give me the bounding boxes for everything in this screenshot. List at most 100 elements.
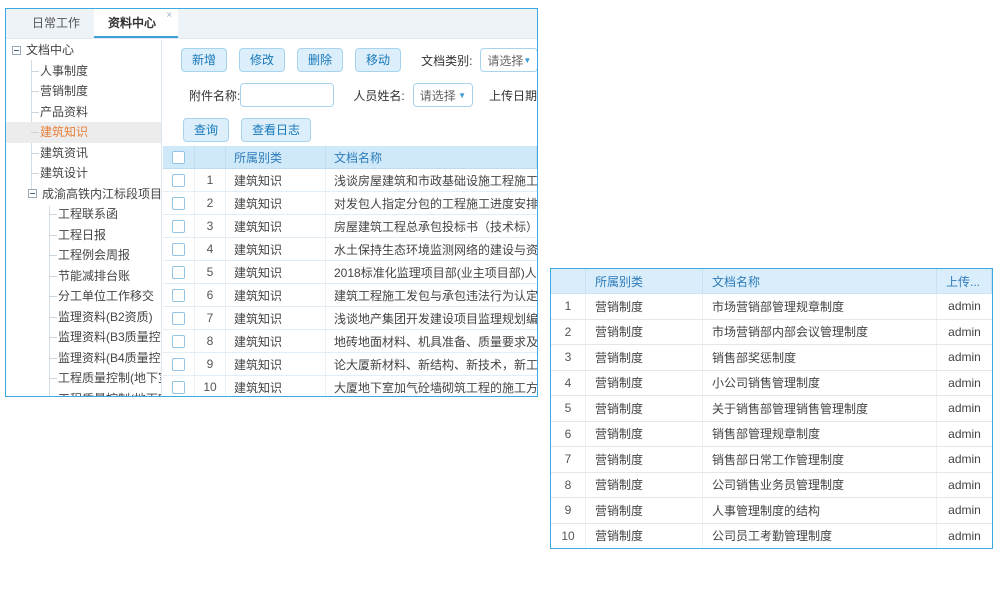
- row-category: 营销制度: [586, 396, 703, 421]
- row-uploader: admin: [937, 498, 992, 523]
- row-doc-name: 市场营销部内部会议管理制度: [703, 320, 937, 345]
- row-category: 建筑知识: [226, 284, 326, 306]
- row-index: 5: [195, 261, 226, 283]
- row-category: 营销制度: [586, 473, 703, 498]
- table-row[interactable]: 3建筑知识房屋建筑工程总承包投标书（技术标）...: [163, 215, 537, 238]
- tree-node[interactable]: 工程质量控制(地下室): [6, 389, 161, 397]
- row-checkbox[interactable]: [172, 312, 185, 325]
- tree-node-label: 监理资料(B2资质): [58, 310, 153, 324]
- row-index: 10: [551, 524, 586, 549]
- tree-node[interactable]: 产品资料: [6, 102, 161, 123]
- tree-node[interactable]: 人事制度: [6, 61, 161, 82]
- table-row[interactable]: 1营销制度市场营销部管理规章制度admin: [551, 294, 992, 320]
- tree-node[interactable]: 工程联系函: [6, 204, 161, 225]
- row-checkbox[interactable]: [172, 381, 185, 394]
- tree-node[interactable]: 监理资料(B3质量控制): [6, 327, 161, 348]
- row-checkbox[interactable]: [172, 174, 185, 187]
- row-index: 3: [195, 215, 226, 237]
- table-row[interactable]: 5建筑知识2018标准化监理项目部(业主项目部)人员...: [163, 261, 537, 284]
- checkbox-cell: [163, 284, 195, 306]
- uploader-column-header: 上传...: [937, 269, 992, 293]
- table-row[interactable]: 9建筑知识论大厦新材料、新结构、新技术，新工...: [163, 353, 537, 376]
- table-row[interactable]: 2建筑知识对发包人指定分包的工程施工进度安排...: [163, 192, 537, 215]
- row-checkbox[interactable]: [172, 266, 185, 279]
- row-index: 5: [551, 396, 586, 421]
- tab-daily-work[interactable]: 日常工作: [18, 9, 94, 38]
- row-checkbox[interactable]: [172, 289, 185, 302]
- tree-node[interactable]: 建筑资讯: [6, 143, 161, 164]
- row-category: 建筑知识: [226, 307, 326, 329]
- table-row[interactable]: 6建筑知识建筑工程施工发包与承包违法行为认定...: [163, 284, 537, 307]
- close-icon[interactable]: ×: [166, 10, 172, 22]
- row-doc-name: 地砖地面材料、机具准备、质量要求及...: [326, 330, 537, 352]
- attachment-name-input[interactable]: [240, 83, 334, 107]
- row-index: 6: [551, 422, 586, 447]
- tree-node-label: 建筑知识: [40, 125, 88, 139]
- table-row[interactable]: 2营销制度市场营销部内部会议管理制度admin: [551, 320, 992, 346]
- row-doc-name: 建筑工程施工发包与承包违法行为认定...: [326, 284, 537, 306]
- row-doc-name: 房屋建筑工程总承包投标书（技术标）...: [326, 215, 537, 237]
- delete-button[interactable]: 删除: [297, 48, 343, 72]
- tree-node-expandable[interactable]: 文档中心: [6, 40, 161, 61]
- table-row[interactable]: 5营销制度关于销售部管理销售管理制度admin: [551, 396, 992, 422]
- row-doc-name: 论大厦新材料、新结构、新技术，新工...: [326, 353, 537, 375]
- tree-node[interactable]: 节能减排台账: [6, 266, 161, 287]
- tree-node[interactable]: 建筑知识: [6, 122, 161, 143]
- table-row[interactable]: 7建筑知识浅谈地产集团开发建设项目监理规划编...: [163, 307, 537, 330]
- row-category: 营销制度: [586, 524, 703, 549]
- row-index: 2: [195, 192, 226, 214]
- row-uploader: admin: [937, 447, 992, 472]
- tree-node[interactable]: 工程例会周报: [6, 245, 161, 266]
- toolbar-query-row: 查询 查看日志: [183, 118, 323, 142]
- row-doc-name: 对发包人指定分包的工程施工进度安排...: [326, 192, 537, 214]
- tree-node[interactable]: 营销制度: [6, 81, 161, 102]
- table-row[interactable]: 9营销制度人事管理制度的结构admin: [551, 498, 992, 524]
- collapse-icon[interactable]: [28, 189, 37, 198]
- table-row[interactable]: 4营销制度小公司销售管理制度admin: [551, 371, 992, 397]
- checkbox-cell: [163, 376, 195, 397]
- row-checkbox[interactable]: [172, 335, 185, 348]
- modify-button[interactable]: 修改: [239, 48, 285, 72]
- row-checkbox[interactable]: [172, 358, 185, 371]
- table-row[interactable]: 7营销制度销售部日常工作管理制度admin: [551, 447, 992, 473]
- tree-node-label: 建筑资讯: [40, 146, 88, 160]
- tree-node-label: 文档中心: [26, 43, 74, 57]
- person-name-select[interactable]: 请选择 ▼: [413, 83, 473, 107]
- category-tree: 文档中心人事制度营销制度产品资料建筑知识建筑资讯建筑设计成渝高铁内江标段项目工程…: [6, 40, 161, 396]
- tree-node[interactable]: 监理资料(B4质量控制): [6, 348, 161, 369]
- tree-node[interactable]: 建筑设计: [6, 163, 161, 184]
- tree-node[interactable]: 工程质量控制(地下室): [6, 368, 161, 389]
- table-row[interactable]: 10营销制度公司员工考勤管理制度admin: [551, 524, 992, 549]
- table-row[interactable]: 8建筑知识地砖地面材料、机具准备、质量要求及...: [163, 330, 537, 353]
- row-checkbox[interactable]: [172, 243, 185, 256]
- doc-category-select[interactable]: 请选择 ▼: [480, 48, 538, 72]
- add-button[interactable]: 新增: [181, 48, 227, 72]
- tree-node-label: 工程质量控制(地下室): [58, 371, 161, 385]
- select-all-checkbox[interactable]: [172, 151, 185, 164]
- row-uploader: admin: [937, 294, 992, 319]
- person-name-label: 人员姓名:: [353, 87, 404, 104]
- tree-node[interactable]: 分工单位工作移交: [6, 286, 161, 307]
- tree-node-label: 成渝高铁内江标段项目: [42, 187, 161, 201]
- row-checkbox[interactable]: [172, 220, 185, 233]
- tree-node[interactable]: 监理资料(B2资质): [6, 307, 161, 328]
- query-button[interactable]: 查询: [183, 118, 229, 142]
- view-log-button[interactable]: 查看日志: [241, 118, 311, 142]
- collapse-icon[interactable]: [12, 46, 21, 55]
- tree-node-expandable[interactable]: 成渝高铁内江标段项目: [6, 184, 161, 205]
- row-doc-name: 公司销售业务员管理制度: [703, 473, 937, 498]
- tab-data-center[interactable]: 资料中心 ×: [94, 9, 178, 38]
- document-list-panel: 新增 修改 删除 移动 文档类别: 请选择 ▼ 文档 附件名称: 人员姓名: 请…: [163, 40, 537, 396]
- tree-node-label: 工程质量控制(地下室): [58, 392, 161, 397]
- table-row[interactable]: 6营销制度销售部管理规章制度admin: [551, 422, 992, 448]
- table-row[interactable]: 4建筑知识水土保持生态环境监测网络的建设与资...: [163, 238, 537, 261]
- table-row[interactable]: 10建筑知识大厦地下室加气砼墙砌筑工程的施工方...: [163, 376, 537, 397]
- table-row[interactable]: 3营销制度销售部奖惩制度admin: [551, 345, 992, 371]
- table-row[interactable]: 8营销制度公司销售业务员管理制度admin: [551, 473, 992, 499]
- move-button[interactable]: 移动: [355, 48, 401, 72]
- table-row[interactable]: 1建筑知识浅谈房屋建筑和市政基础设施工程施工...: [163, 169, 537, 192]
- row-category: 营销制度: [586, 498, 703, 523]
- tree-node[interactable]: 工程日报: [6, 225, 161, 246]
- person-name-value: 请选择: [420, 87, 456, 104]
- row-checkbox[interactable]: [172, 197, 185, 210]
